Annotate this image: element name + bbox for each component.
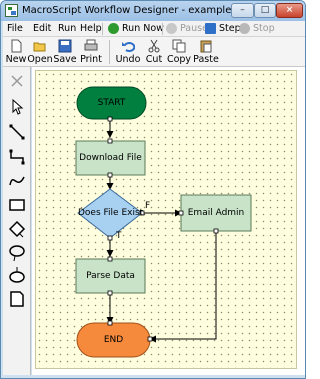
delete-tool-button[interactable] xyxy=(7,71,27,91)
menu-edit[interactable]: Edit xyxy=(33,23,51,34)
flowchart xyxy=(75,86,252,358)
window-title: MacroScript Workflow Designer - example1… xyxy=(22,5,258,16)
ellipse-tool-button[interactable] xyxy=(7,265,27,285)
connector-email-end[interactable] xyxy=(149,231,217,343)
save-icon xyxy=(58,39,72,53)
end-label: END xyxy=(103,335,124,345)
line-tool-button[interactable] xyxy=(7,122,27,142)
step-icon xyxy=(205,23,216,34)
diagram-canvas-area: START Download File Does File Exist Emai… xyxy=(32,67,305,375)
elbow-connector-icon xyxy=(9,149,25,165)
open-button[interactable]: Open xyxy=(27,38,53,66)
paste-icon xyxy=(200,40,212,53)
new-file-icon xyxy=(11,39,22,53)
copy-icon xyxy=(172,39,186,53)
elbow-connector-tool-button[interactable] xyxy=(7,147,27,167)
diamond-icon xyxy=(8,220,26,238)
print-button[interactable]: Print xyxy=(77,38,105,66)
title-bar: MacroScript Workflow Designer - example1… xyxy=(1,1,305,21)
undo-button[interactable]: Undo xyxy=(115,38,141,66)
paste-button[interactable]: Paste xyxy=(193,38,219,66)
document-icon xyxy=(10,291,24,307)
lasso-icon xyxy=(9,245,25,262)
pause-icon xyxy=(166,23,177,34)
tool-palette xyxy=(3,67,31,375)
rectangle-icon xyxy=(9,199,25,211)
new-button[interactable]: New xyxy=(5,38,27,66)
parse-data-label: Parse Data xyxy=(86,271,135,281)
undo-icon xyxy=(122,42,135,53)
curve-tool-button[interactable] xyxy=(7,171,27,191)
maximize-button[interactable]: □ xyxy=(254,3,276,18)
start-label: START xyxy=(97,98,126,108)
email-admin-label: Email Admin xyxy=(187,208,245,218)
pointer-icon xyxy=(12,98,24,115)
menu-run[interactable]: Run xyxy=(58,23,76,34)
scissors-icon xyxy=(148,39,160,53)
run-icon xyxy=(108,23,119,34)
rectangle-tool-button[interactable] xyxy=(7,195,27,215)
stop-icon xyxy=(239,23,250,34)
diagram-canvas[interactable]: START Download File Does File Exist Emai… xyxy=(35,70,297,369)
app-window: MacroScript Workflow Designer - example1… xyxy=(0,0,306,379)
true-branch-label: T xyxy=(116,231,122,241)
menu-help[interactable]: Help xyxy=(80,23,102,34)
save-button[interactable]: Save xyxy=(53,38,77,66)
delete-icon xyxy=(11,75,23,87)
close-button[interactable]: × xyxy=(276,3,303,18)
copy-button[interactable]: Copy xyxy=(166,38,192,66)
false-branch-label: F xyxy=(145,201,151,211)
printer-icon xyxy=(84,39,98,51)
download-file-label: Download File xyxy=(79,153,142,163)
menu-separator xyxy=(102,23,103,35)
curve-icon xyxy=(9,176,25,186)
diamond-tool-button[interactable] xyxy=(7,219,27,239)
folder-open-icon xyxy=(33,42,46,52)
window-frame-bottom xyxy=(1,375,305,378)
ellipse-icon xyxy=(9,267,25,283)
line-icon xyxy=(9,124,25,140)
minimize-button[interactable]: – xyxy=(231,3,254,18)
menu-file[interactable]: File xyxy=(7,23,23,34)
lasso-tool-button[interactable] xyxy=(7,243,27,263)
pointer-tool-button[interactable] xyxy=(7,97,27,117)
decision-label: Does File Exist xyxy=(78,208,144,218)
document-tool-button[interactable] xyxy=(7,289,27,309)
menu-bar: File Edit Run Help Run Now Pause Step St… xyxy=(3,21,305,37)
toolbar: New Open Save Print Undo Cut Copy Paste xyxy=(3,37,305,67)
cut-button[interactable]: Cut xyxy=(143,38,165,66)
app-icon xyxy=(5,4,18,17)
